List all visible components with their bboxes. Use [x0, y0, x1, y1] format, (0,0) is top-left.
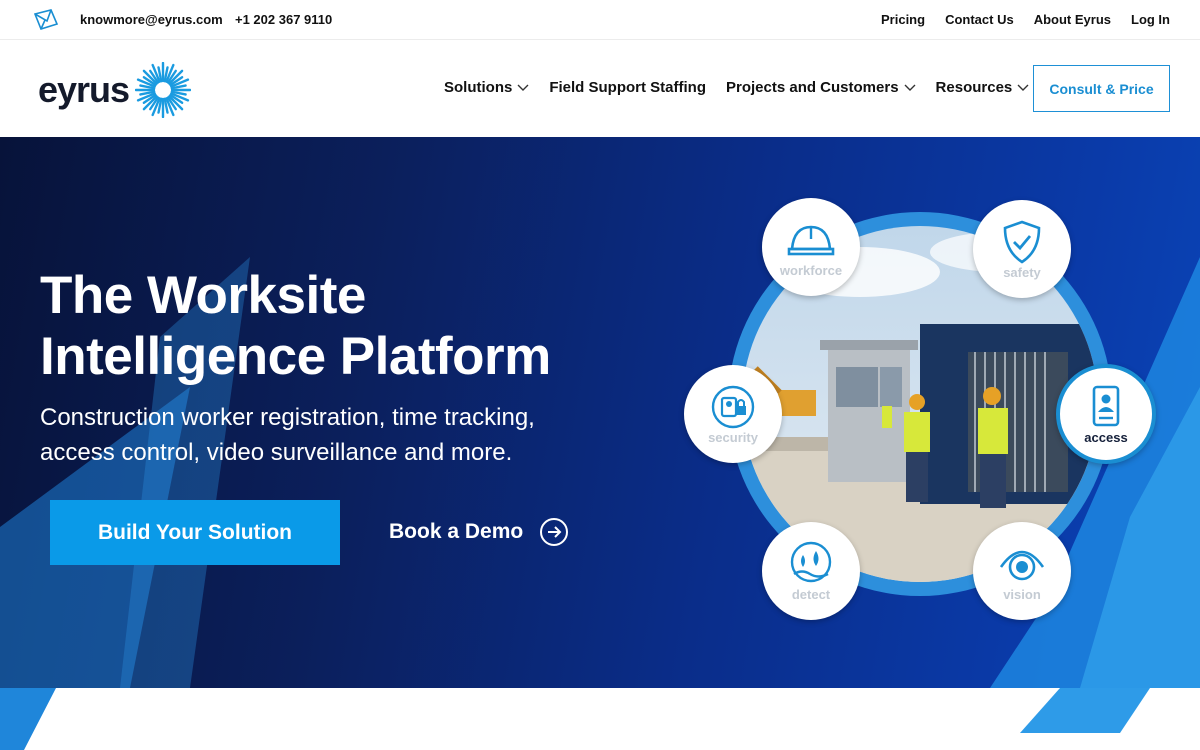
nav-projects-and-customers[interactable]: Projects and Customers: [726, 79, 916, 96]
utility-bar: knowmore@eyrus.com +1 202 367 9110 Prici…: [0, 0, 1200, 40]
safety-label: safety: [1003, 264, 1041, 280]
consult-price-button[interactable]: Consult & Price: [1033, 65, 1170, 112]
chevron-down-icon: [517, 84, 529, 91]
security-badge-icon: [711, 385, 755, 428]
build-your-solution-button[interactable]: Build Your Solution: [50, 500, 340, 565]
hero-subtitle: Construction worker registration, time t…: [40, 404, 535, 466]
contact-phone[interactable]: +1 202 367 9110: [235, 12, 332, 27]
hardhat-icon: [787, 225, 835, 255]
nav-field-support-staffing[interactable]: Field Support Staffing: [549, 79, 706, 96]
access-badge[interactable]: access: [1056, 364, 1156, 464]
detect-label: detect: [791, 586, 831, 602]
log-in-link[interactable]: Log In: [1131, 12, 1170, 27]
id-card-icon: [1092, 385, 1120, 426]
detect-icon: [790, 541, 832, 582]
eyrus-logo[interactable]: eyrus: [38, 61, 203, 119]
book-a-demo-link[interactable]: Book a Demo: [389, 517, 569, 547]
product-ring: workforce safety security access detect …: [684, 198, 1156, 620]
workforce-label: workforce: [779, 262, 843, 278]
nav-resources[interactable]: Resources: [936, 79, 1030, 96]
vision-label: vision: [1003, 586, 1041, 602]
about-eyrus-link[interactable]: About Eyrus: [1034, 12, 1111, 27]
detect-badge[interactable]: detect: [762, 522, 860, 620]
section-divider: [0, 688, 1200, 750]
chevron-down-icon: [1017, 84, 1029, 91]
shield-check-icon: [1003, 220, 1041, 264]
nav-projects-label: Projects and Customers: [725, 79, 899, 96]
utility-links: Pricing Contact Us About Eyrus Log In: [881, 12, 1170, 27]
contact-us-link[interactable]: Contact Us: [945, 12, 1014, 27]
pricing-link[interactable]: Pricing: [881, 12, 925, 27]
security-badge[interactable]: security: [684, 365, 782, 463]
primary-nav: Solutions Field Support Staffing Project…: [444, 79, 1049, 96]
camera-eye-icon: [999, 550, 1045, 580]
nav-resources-label: Resources: [935, 79, 1013, 96]
workforce-badge[interactable]: workforce: [762, 198, 860, 296]
nav-solutions[interactable]: Solutions: [444, 79, 529, 96]
nav-field-support-label: Field Support Staffing: [549, 79, 706, 96]
logo-wordmark: eyrus: [38, 69, 130, 110]
vision-badge[interactable]: vision: [973, 522, 1071, 620]
security-label: security: [708, 429, 758, 445]
arrow-circle-right-icon: [540, 518, 569, 546]
divider-stripes: [0, 688, 1150, 750]
sunburst-logo-icon: [135, 62, 192, 118]
nav-solutions-label: Solutions: [444, 79, 513, 96]
book-a-demo-label: Book a Demo: [389, 520, 524, 543]
chevron-down-icon: [904, 84, 916, 91]
main-header: eyrus Solutions Field Support Staffing P…: [0, 41, 1200, 137]
safety-badge[interactable]: safety: [973, 200, 1071, 298]
mail-icon[interactable]: [32, 8, 60, 32]
hero-title: The Worksite Intelligence Platform: [40, 266, 551, 386]
access-label: access: [1084, 429, 1128, 445]
contact-email[interactable]: knowmore@eyrus.com: [80, 12, 223, 27]
